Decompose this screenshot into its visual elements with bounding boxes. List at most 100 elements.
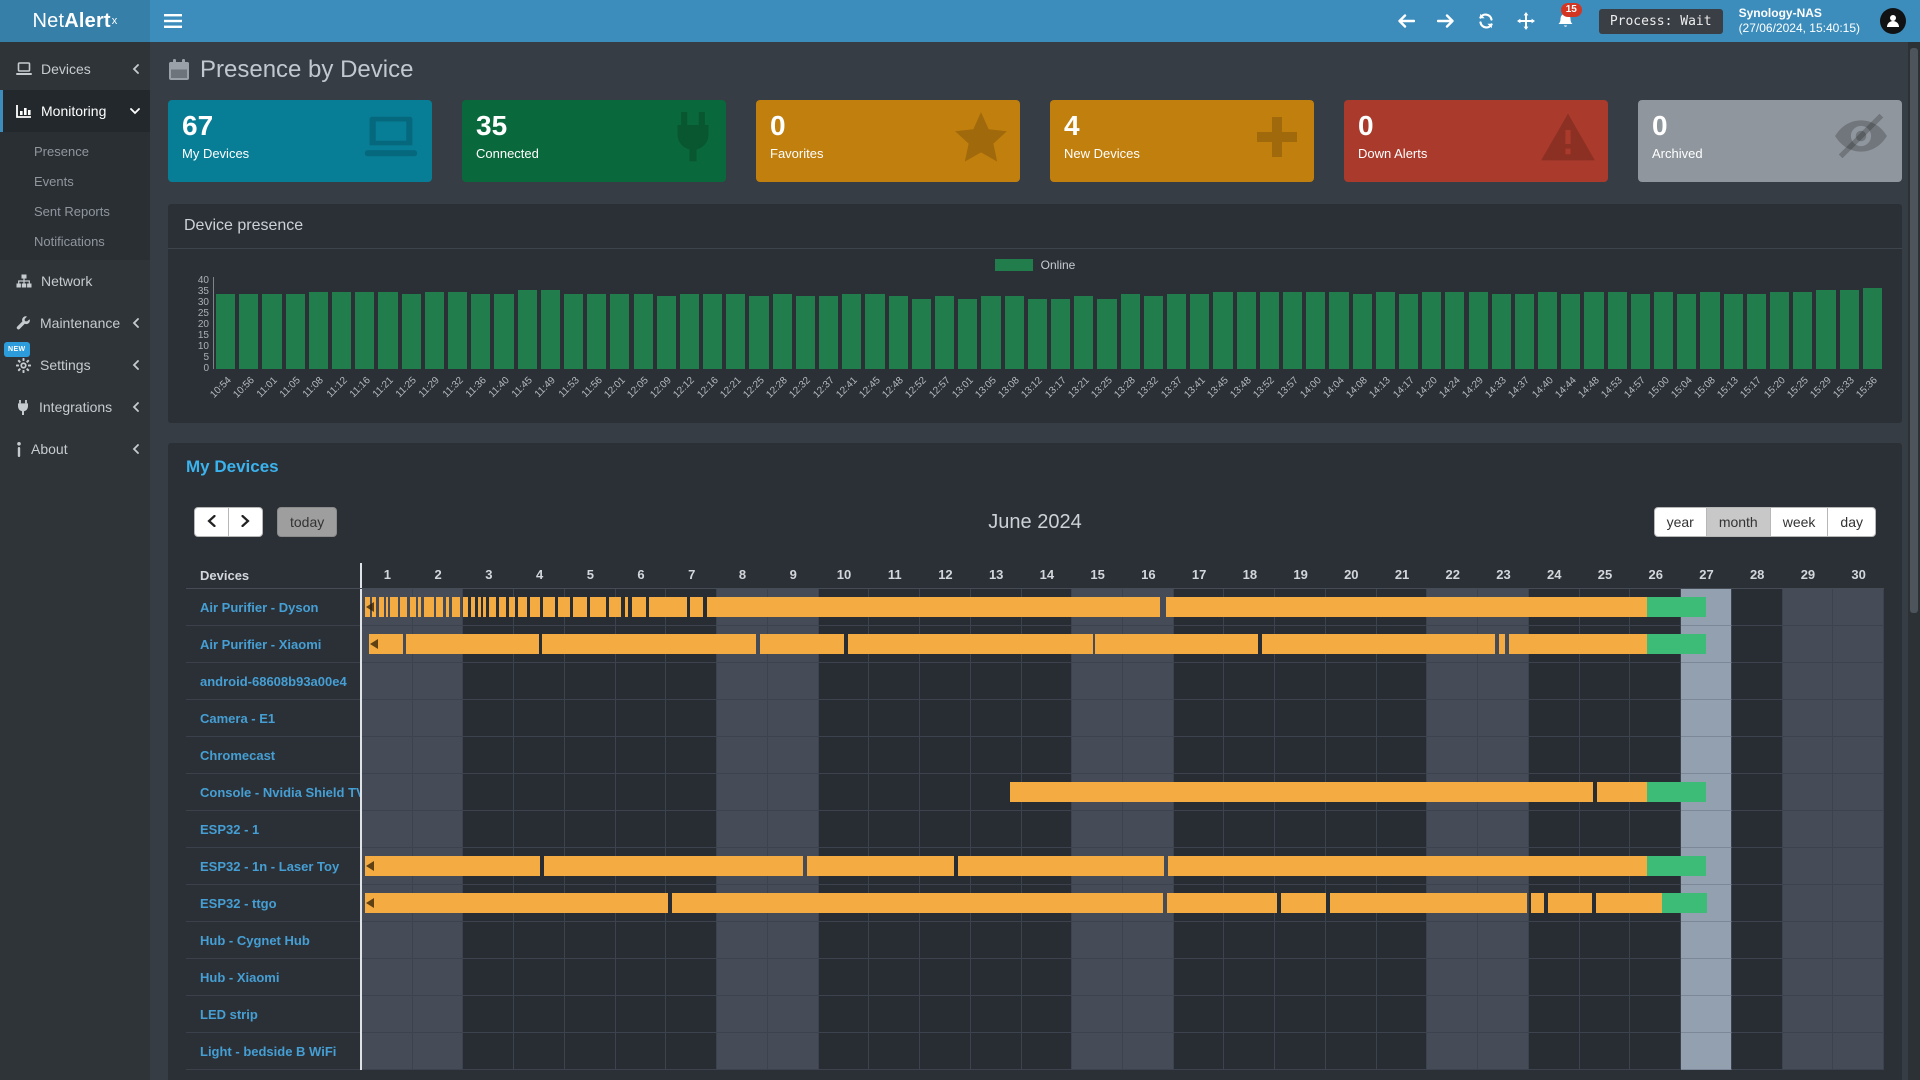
sidebar-toggle-button[interactable]	[150, 0, 196, 42]
presence-bar-online[interactable]	[1597, 782, 1647, 802]
scrollbar-thumb[interactable]	[1910, 48, 1918, 613]
presence-bar-online[interactable]	[573, 597, 587, 617]
presence-bar-online-now[interactable]	[1647, 782, 1707, 802]
card-favorites[interactable]: 0 Favorites	[756, 100, 1020, 182]
presence-bar-online[interactable]	[707, 597, 1160, 617]
nav-forward-button[interactable]	[1429, 0, 1463, 42]
presence-bar-online[interactable]	[1531, 893, 1544, 913]
presence-bar-online[interactable]	[530, 597, 539, 617]
presence-bar-online[interactable]	[478, 597, 481, 617]
presence-bar-online[interactable]	[958, 856, 1164, 876]
presence-bar-online[interactable]	[760, 634, 844, 654]
presence-bar-online[interactable]	[410, 597, 416, 617]
user-avatar[interactable]	[1880, 8, 1906, 34]
device-name-link[interactable]: Hub - Xiaomi	[200, 970, 279, 985]
presence-bar-online[interactable]	[365, 893, 668, 913]
device-name-link[interactable]: ESP32 - ttgo	[200, 896, 277, 911]
presence-bar-online[interactable]	[543, 597, 555, 617]
submenu-item-presence[interactable]: Presence	[0, 136, 150, 166]
device-name-link[interactable]: ESP32 - 1n - Laser Toy	[200, 859, 339, 874]
presence-bar-online[interactable]	[1499, 634, 1504, 654]
presence-bar-online[interactable]	[1095, 634, 1258, 654]
submenu-item-sent-reports[interactable]: Sent Reports	[0, 196, 150, 226]
presence-bar-online[interactable]	[632, 597, 646, 617]
submenu-item-notifications[interactable]: Notifications	[0, 226, 150, 256]
presence-bar-online-now[interactable]	[1647, 597, 1707, 617]
nav-back-button[interactable]	[1389, 0, 1423, 42]
presence-bar-online[interactable]	[406, 634, 539, 654]
app-logo[interactable]: NetAlertx	[0, 0, 150, 42]
presence-bar-online[interactable]	[544, 856, 804, 876]
presence-bar-online[interactable]	[471, 597, 475, 617]
host-info[interactable]: Synology-NAS (27/06/2024, 15:40:15)	[1739, 6, 1860, 36]
presence-bar-online[interactable]	[483, 597, 486, 617]
device-name-link[interactable]: Light - bedside B WiFi	[200, 1044, 336, 1059]
device-name-link[interactable]: Air Purifier - Xiaomi	[200, 637, 321, 652]
presence-bar-online[interactable]	[489, 597, 496, 617]
sidebar-item-network[interactable]: Network	[0, 260, 150, 302]
presence-bar-online[interactable]	[1509, 634, 1647, 654]
presence-bar-online[interactable]	[672, 893, 1162, 913]
presence-bar-online[interactable]	[452, 597, 460, 617]
device-name-link[interactable]: Air Purifier - Dyson	[200, 600, 318, 615]
card-my-devices[interactable]: 67 My Devices	[168, 100, 432, 182]
presence-bar-online[interactable]	[379, 597, 384, 617]
presence-bar-online[interactable]	[558, 597, 570, 617]
device-name-link[interactable]: ESP32 - 1	[200, 822, 259, 837]
presence-bar-online[interactable]	[649, 597, 687, 617]
pan-move-button[interactable]	[1509, 0, 1543, 42]
card-connected[interactable]: 35 Connected	[462, 100, 726, 182]
device-name-link[interactable]: Chromecast	[200, 748, 275, 763]
presence-bar-online[interactable]	[1262, 634, 1495, 654]
presence-bar-online[interactable]	[499, 597, 506, 617]
sidebar-item-monitoring[interactable]: Monitoring	[0, 90, 150, 132]
presence-bar-online[interactable]	[365, 856, 540, 876]
presence-bar-online[interactable]	[542, 634, 756, 654]
presence-bar-online[interactable]	[436, 597, 443, 617]
presence-bar-online[interactable]	[609, 597, 621, 617]
presence-bar-online-now[interactable]	[1662, 893, 1708, 913]
presence-bar-online[interactable]	[1330, 893, 1527, 913]
sidebar-item-about[interactable]: About	[0, 428, 150, 470]
presence-bar-online[interactable]	[1281, 893, 1326, 913]
presence-bar-online[interactable]	[463, 597, 467, 617]
sidebar-item-maintenance[interactable]: Maintenance	[0, 302, 150, 344]
notifications-button[interactable]: 15	[1549, 0, 1583, 42]
presence-bar-online[interactable]	[390, 597, 397, 617]
calendar-view-week-button[interactable]: week	[1770, 507, 1828, 537]
presence-bar-online[interactable]	[690, 597, 703, 617]
presence-bar-online-now[interactable]	[1647, 856, 1707, 876]
sidebar-item-integrations[interactable]: Integrations	[0, 386, 150, 428]
refresh-button[interactable]	[1469, 0, 1503, 42]
submenu-item-events[interactable]: Events	[0, 166, 150, 196]
presence-bar-online[interactable]	[807, 856, 953, 876]
sidebar-item-devices[interactable]: Devices	[0, 48, 150, 90]
presence-bar-online[interactable]	[386, 597, 388, 617]
presence-bar-online[interactable]	[518, 597, 527, 617]
presence-bar-online[interactable]	[1010, 782, 1592, 802]
device-name-link[interactable]: Console - Nvidia Shield TV	[200, 785, 360, 800]
presence-bar-online[interactable]	[418, 597, 421, 617]
presence-bar-online[interactable]	[509, 597, 515, 617]
presence-bar-online[interactable]	[848, 634, 1093, 654]
device-name-link[interactable]: Hub - Cygnet Hub	[200, 933, 310, 948]
device-name-link[interactable]: android-68608b93a00e4	[200, 674, 347, 689]
device-name-link[interactable]: Camera - E1	[200, 711, 275, 726]
page-scrollbar[interactable]	[1908, 42, 1920, 1080]
presence-bar-online[interactable]	[1168, 856, 1647, 876]
calendar-view-month-button[interactable]: month	[1706, 507, 1770, 537]
card-down-alerts[interactable]: 0 Down Alerts	[1344, 100, 1608, 182]
presence-bar-online[interactable]	[400, 597, 407, 617]
presence-bar-online[interactable]	[446, 597, 449, 617]
presence-bar-online[interactable]	[1166, 597, 1647, 617]
presence-bar-online[interactable]	[1596, 893, 1662, 913]
presence-bar-online[interactable]	[1548, 893, 1592, 913]
calendar-view-year-button[interactable]: year	[1654, 507, 1706, 537]
device-name-link[interactable]: LED strip	[200, 1007, 258, 1022]
presence-bar-online-now[interactable]	[1647, 634, 1707, 654]
card-new-devices[interactable]: 4 New Devices	[1050, 100, 1314, 182]
presence-bar-online[interactable]	[625, 597, 628, 617]
presence-bar-online[interactable]	[1167, 893, 1278, 913]
calendar-view-day-button[interactable]: day	[1827, 507, 1876, 537]
presence-bar-online[interactable]	[590, 597, 605, 617]
